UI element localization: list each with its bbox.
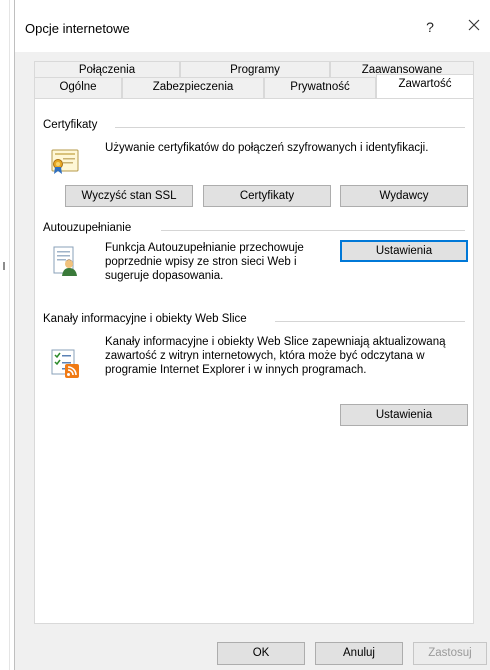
certificate-icon (51, 149, 79, 174)
autocomplete-group-divider (161, 230, 465, 231)
feeds-settings-button[interactable]: Ustawienia (340, 404, 468, 426)
certificates-group-title: Certyfikaty (43, 119, 98, 131)
close-button[interactable] (460, 14, 488, 38)
tab-content[interactable]: Zawartość (376, 74, 474, 98)
content-tab-panel: Certyfikaty Używanie certyfikatów do poł… (34, 98, 474, 624)
help-button[interactable]: ? (420, 16, 440, 38)
title-bar[interactable]: Opcje internetowe ? (15, 0, 490, 52)
apply-button[interactable]: Zastosuj (413, 642, 487, 665)
tab-general[interactable]: Ogólne (34, 77, 122, 98)
tab-row-bottom: Ogólne Zabezpieczenia Prywatność Zawarto… (34, 74, 474, 98)
feeds-icon (51, 349, 79, 378)
tab-programs[interactable]: Programy (180, 61, 330, 77)
ok-button[interactable]: OK (217, 642, 305, 665)
autocomplete-icon (53, 246, 77, 276)
certificates-group-divider (115, 127, 465, 128)
background-window (0, 0, 14, 670)
tab-privacy[interactable]: Prywatność (264, 77, 376, 98)
internet-options-dialog: Opcje internetowe ? Połączenia Programy … (14, 0, 490, 670)
autocomplete-description: Funkcja Autouzupełnianie przechowuje pop… (105, 242, 304, 282)
background-window-edge (9, 0, 10, 670)
background-window-mark (3, 262, 5, 270)
feeds-group-title: Kanały informacyjne i obiekty Web Slice (43, 313, 247, 325)
tab-security[interactable]: Zabezpieczenia (122, 77, 264, 98)
cancel-button[interactable]: Anuluj (315, 642, 403, 665)
autocomplete-settings-button[interactable]: Ustawienia (340, 240, 468, 262)
tab-connections[interactable]: Połączenia (34, 61, 180, 77)
feeds-description: Kanały informacyjne i obiekty Web Slice … (105, 336, 446, 376)
close-icon (468, 19, 480, 31)
certificates-button[interactable]: Certyfikaty (203, 185, 331, 207)
certificates-description: Używanie certyfikatów do połączeń szyfro… (105, 142, 429, 154)
window-title: Opcje internetowe (25, 21, 130, 36)
clear-ssl-state-button[interactable]: Wyczyść stan SSL (65, 185, 193, 207)
autocomplete-group-title: Autouzupełnianie (43, 222, 132, 234)
publishers-button[interactable]: Wydawcy (340, 185, 468, 207)
feeds-group-divider (275, 321, 465, 322)
